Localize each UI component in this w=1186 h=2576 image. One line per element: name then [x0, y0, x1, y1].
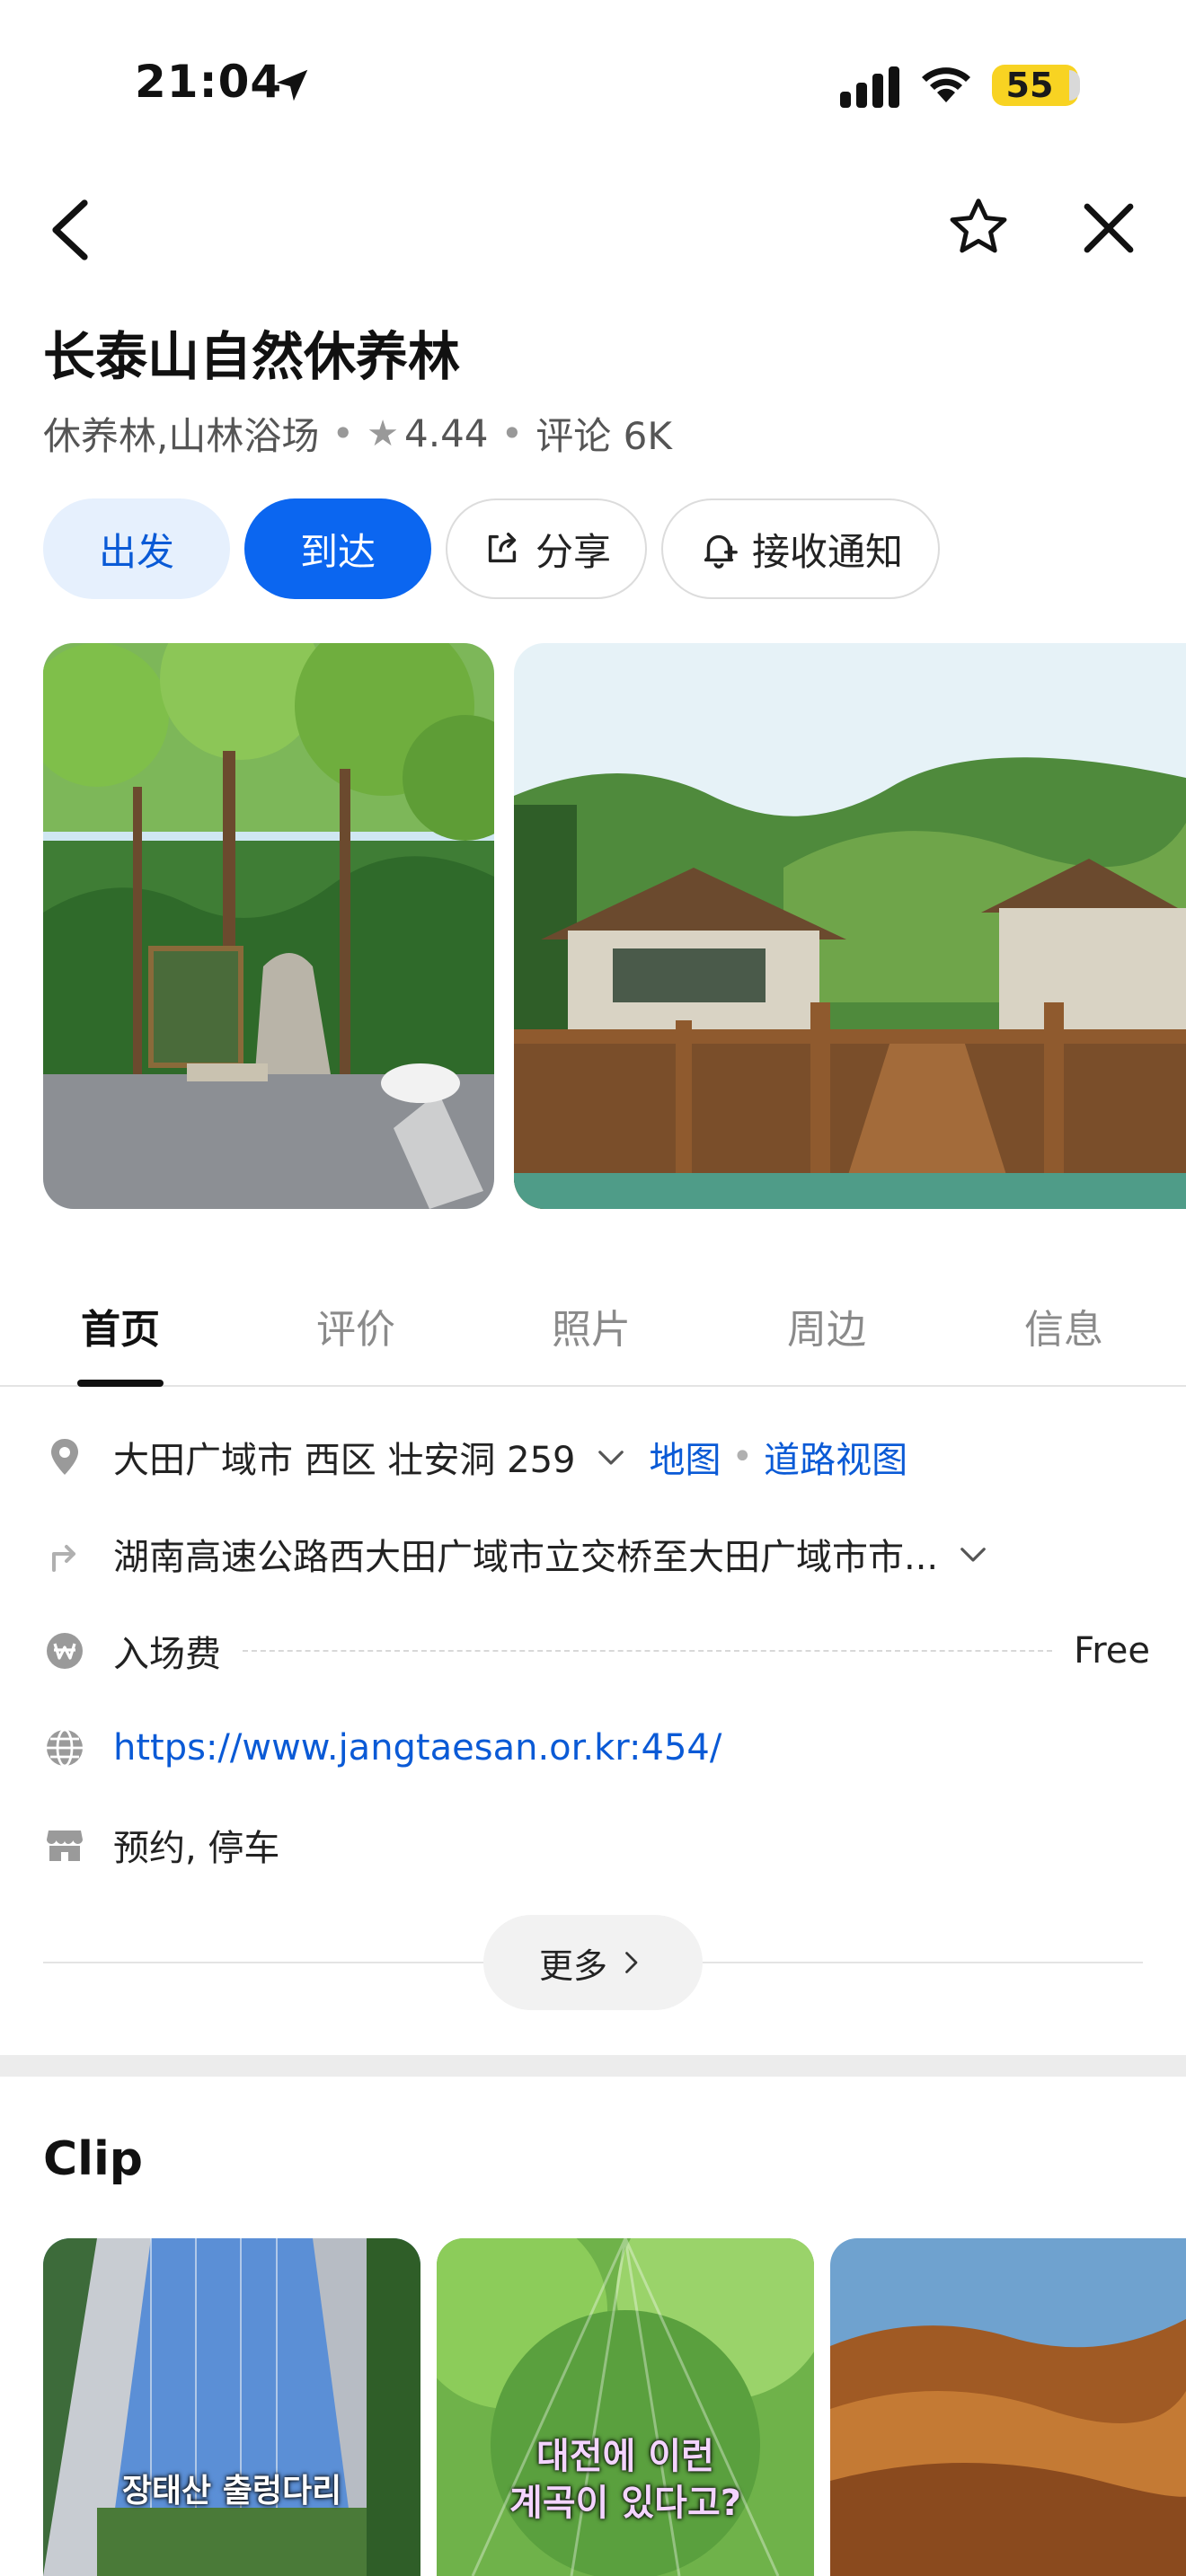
chevron-right-icon: [625, 1952, 638, 1973]
website-row: https://www.jangtaesan.or.kr:454/: [43, 1721, 1150, 1775]
fee-value: Free: [1074, 1630, 1150, 1672]
clip-caption-line1: 대전에 이런: [536, 2436, 714, 2477]
separator-dot: •: [332, 411, 355, 455]
clip-caption-line2: 계곡이 있다고?: [509, 2483, 741, 2524]
separator-dot: •: [731, 1436, 754, 1478]
route-turn-icon: [52, 1545, 75, 1572]
share-label: 分享: [535, 529, 611, 574]
address-row: 大田广域市 西区 壮安洞 259 地图 • 道路视图: [43, 1430, 1150, 1484]
tab-home[interactable]: 首页: [31, 1297, 210, 1354]
section-divider: [0, 2055, 1186, 2077]
tab-nearby[interactable]: 周边: [737, 1297, 916, 1354]
clip-thumbnail-bridge: [43, 2238, 420, 2576]
directions-text[interactable]: 湖南高速公路西大田广域市立交桥至大田广域市市...: [113, 1528, 938, 1580]
clip-video-autumn[interactable]: [830, 2238, 1186, 2576]
globe-icon: [47, 1728, 83, 1768]
website-link[interactable]: https://www.jangtaesan.or.kr:454/: [113, 1727, 721, 1769]
close-icon[interactable]: [1080, 199, 1137, 257]
directions-row: 湖南高速公路西大田广域市立交桥至大田广域市市...: [43, 1527, 1150, 1581]
arrive-button[interactable]: 到达: [244, 498, 431, 599]
battery-level: 55: [1005, 66, 1054, 105]
depart-button[interactable]: 出发: [43, 498, 230, 599]
amenities-row: 预约, 停车: [43, 1818, 1150, 1872]
favorite-star-icon[interactable]: [945, 194, 1012, 260]
tab-info[interactable]: 信息: [974, 1297, 1154, 1354]
separator-dot: •: [500, 411, 524, 455]
place-photo-entrance[interactable]: [43, 643, 494, 1209]
notify-label: 接收通知: [751, 529, 903, 574]
fee-label: 入场费: [113, 1634, 221, 1675]
clip-video-valley[interactable]: 대전에 이런 계곡이 있다고?: [437, 2238, 814, 2576]
bell-icon: [704, 534, 738, 569]
share-icon: [488, 532, 517, 563]
share-button[interactable]: 分享: [446, 498, 647, 599]
won-currency-icon: [47, 1633, 83, 1669]
place-meta: 休养林,山林浴场 • ★ 4.44 • 评论 6K: [43, 406, 672, 461]
status-time: 21:04: [135, 56, 283, 108]
clip-caption: 장태산 출렁다리: [121, 2473, 342, 2510]
dotted-leader: [243, 1650, 1053, 1652]
review-count[interactable]: 评论 6K: [535, 406, 672, 461]
rating-star-icon: ★: [367, 412, 399, 454]
entrance-photo-image: [43, 643, 494, 1209]
cabins-photo-image: [514, 643, 1186, 1209]
clip-section-title: Clip: [43, 2132, 144, 2186]
back-icon[interactable]: [45, 199, 95, 260]
action-buttons: 出发 到达 分享 接收通知: [43, 498, 940, 599]
amenities-text: 预约, 停车: [113, 1828, 280, 1869]
more-label: 更多: [538, 1945, 607, 1986]
tab-bar: 首页 评价 照片 周边 信息: [0, 1257, 1186, 1387]
address-text[interactable]: 大田广域市 西区 壮安洞 259: [113, 1431, 576, 1483]
tab-reviews[interactable]: 评价: [266, 1297, 446, 1354]
chevron-down-icon[interactable]: [954, 1535, 992, 1573]
wifi-icon: [922, 67, 970, 102]
place-photo-cabins[interactable]: [514, 643, 1186, 1209]
notify-button[interactable]: 接收通知: [661, 498, 940, 599]
place-rating: 4.44: [404, 411, 489, 455]
place-title: 长泰山自然休养林: [43, 326, 461, 387]
tab-photos[interactable]: 照片: [501, 1297, 681, 1354]
clip-video-bridge[interactable]: 장태산 출렁다리: [43, 2238, 420, 2576]
map-link[interactable]: 地图: [650, 1431, 721, 1483]
clip-thumbnail-autumn: [830, 2238, 1186, 2576]
more-button[interactable]: 更多: [483, 1915, 703, 2010]
battery-indicator: 55: [992, 65, 1080, 106]
chevron-down-icon[interactable]: [592, 1438, 630, 1476]
active-tab-indicator: [77, 1380, 164, 1387]
location-pin-icon: [51, 1439, 78, 1475]
status-bar: 21:04 55: [0, 0, 1186, 171]
road-view-link[interactable]: 道路视图: [764, 1431, 907, 1483]
fee-row: 入场费 Free: [43, 1624, 1150, 1678]
cellular-signal-icon: [840, 66, 899, 108]
location-arrow-icon: [276, 69, 308, 101]
store-icon: [47, 1831, 83, 1861]
place-category: 休养林,山林浴场: [43, 414, 320, 458]
